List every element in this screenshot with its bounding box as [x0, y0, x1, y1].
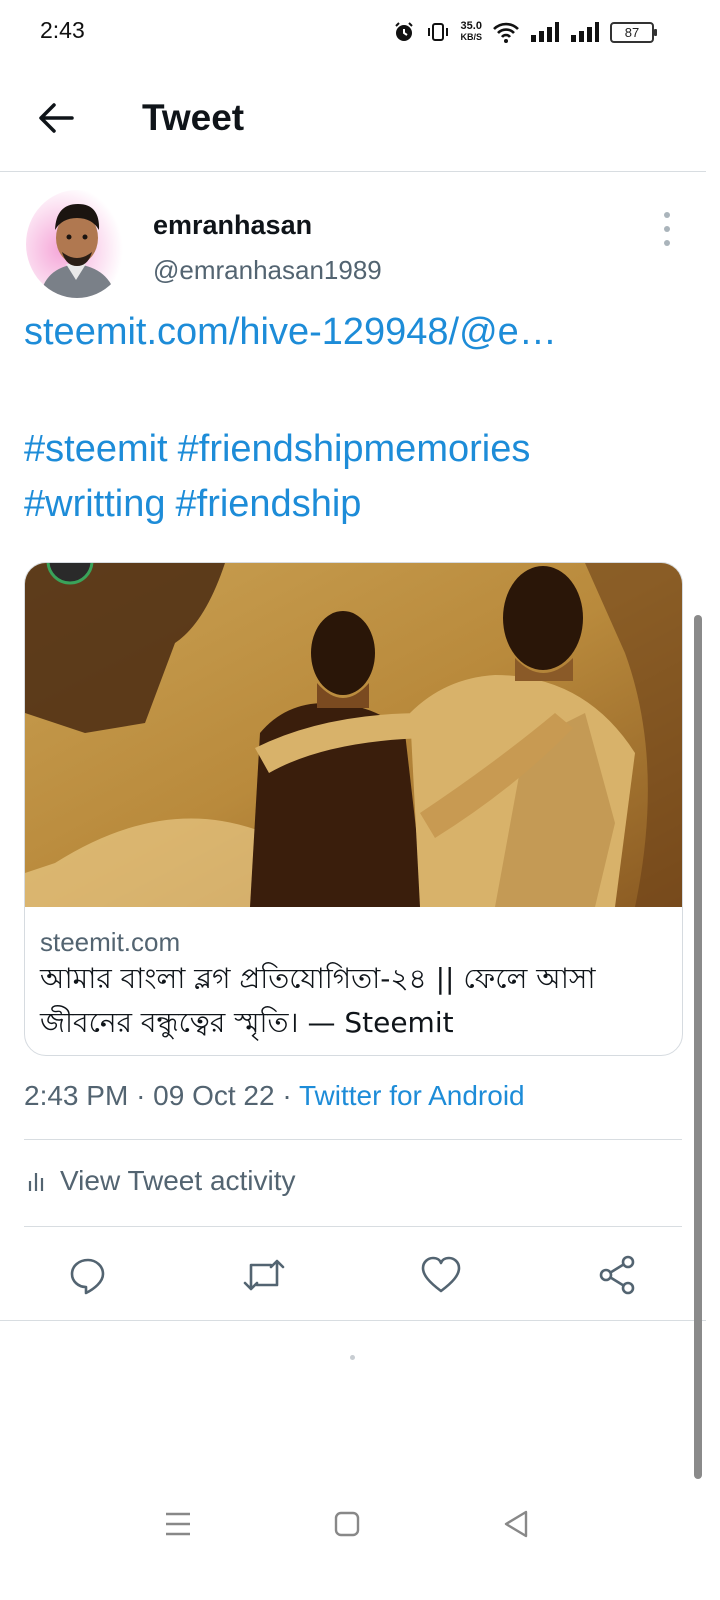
wifi-icon — [493, 22, 519, 43]
page-title: Tweet — [142, 97, 245, 138]
scrollbar[interactable] — [694, 615, 702, 1479]
view-tweet-activity-button[interactable]: View Tweet activity — [24, 1165, 296, 1197]
menu-button[interactable] — [162, 1508, 194, 1540]
more-icon-dot — [664, 226, 670, 232]
activity-label: View Tweet activity — [60, 1165, 296, 1196]
activity-icon — [28, 1173, 44, 1191]
reply-button[interactable] — [65, 1252, 111, 1298]
tweet-link[interactable]: steemit.com/hive-129948/@e… — [24, 311, 557, 354]
meta-separator: · — [136, 1080, 146, 1111]
net-speed: 35.0 KB/S — [460, 21, 482, 43]
home-button[interactable] — [331, 1508, 363, 1540]
header-divider — [0, 171, 706, 172]
more-options-button[interactable] — [656, 212, 678, 246]
hashtag[interactable]: #friendshipmemories — [178, 428, 531, 470]
reply-icon — [70, 1258, 105, 1295]
status-icons: 35.0 KB/S 87 — [392, 18, 657, 46]
vibrate-icon — [428, 23, 449, 41]
like-icon — [421, 1256, 461, 1293]
signal-icon — [531, 22, 559, 42]
card-title: আমার বাংলা ব্লগ প্রতিযোগিতা-২৪ || ফেলে আ… — [40, 962, 596, 1039]
nav-back-button[interactable] — [500, 1508, 532, 1540]
avatar[interactable] — [26, 190, 128, 298]
tweet-meta: 2:43 PM · 09 Oct 22 · Twitter for Androi… — [24, 1080, 525, 1112]
hashtag[interactable]: #writting — [24, 483, 166, 525]
retweet-button[interactable] — [241, 1252, 287, 1298]
like-button[interactable] — [418, 1252, 464, 1298]
net-speed-unit: KB/S — [460, 32, 482, 42]
net-speed-value: 35.0 — [460, 20, 482, 32]
more-icon — [664, 212, 670, 218]
hashtags: #steemit #friendshipmemories #writting #fr… — [24, 422, 684, 532]
nav-back-icon — [504, 1510, 528, 1538]
tweet-date: 09 Oct 22 — [153, 1080, 275, 1111]
divider — [24, 1226, 682, 1227]
battery-indicator: 87 — [610, 21, 657, 43]
divider — [0, 1320, 706, 1321]
back-button[interactable] — [30, 96, 82, 140]
hashtag[interactable]: #friendship — [176, 483, 362, 525]
retweet-icon — [243, 1259, 285, 1291]
home-icon — [334, 1511, 360, 1537]
more-icon-dot — [664, 240, 670, 246]
menu-icon — [166, 1512, 190, 1536]
card-image — [25, 563, 682, 907]
share-button[interactable] — [594, 1252, 640, 1298]
status-time: 2:43 — [40, 17, 85, 43]
card-domain: steemit.com — [40, 927, 181, 957]
share-icon — [599, 1255, 635, 1295]
meta-separator: · — [282, 1080, 292, 1111]
link-preview-card[interactable]: steemit.com আমার বাংলা ব্লগ প্রতিযোগিতা-… — [24, 562, 683, 1056]
back-arrow-icon — [39, 103, 74, 133]
loading-indicator — [350, 1355, 355, 1360]
signal-icon-2 — [571, 22, 599, 42]
tweet-time: 2:43 PM — [24, 1080, 129, 1111]
user-handle[interactable]: @emranhasan1989 — [153, 255, 382, 286]
divider — [24, 1139, 682, 1140]
display-name[interactable]: emranhasan — [153, 210, 312, 241]
tweet-source-link[interactable]: Twitter for Android — [299, 1080, 525, 1111]
hashtag[interactable]: #steemit — [24, 428, 168, 470]
alarm-icon — [395, 22, 414, 41]
